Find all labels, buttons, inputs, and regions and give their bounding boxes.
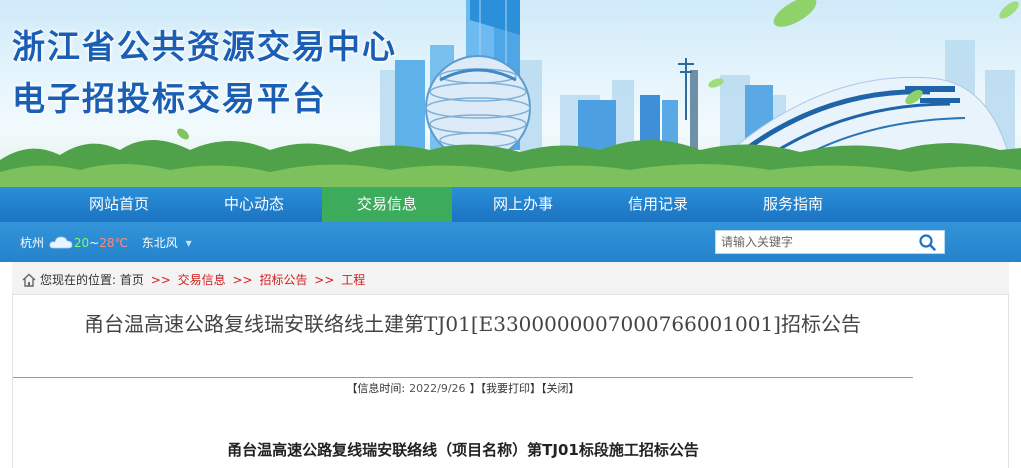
site-title-line-2: 电子招投标交易平台 xyxy=(12,79,327,118)
weather-wind: 东北风 xyxy=(141,236,178,250)
sphere-building xyxy=(425,55,531,161)
meta-close: 】 xyxy=(469,382,481,395)
meta-open: 【信息时间: xyxy=(346,382,406,395)
weather-low-temp: 20 xyxy=(73,236,90,250)
breadcrumb-separator: >> xyxy=(150,273,171,287)
search-icon[interactable] xyxy=(918,233,938,251)
breadcrumb-engineering[interactable]: 工程 xyxy=(341,273,365,287)
nav-item-home[interactable]: 网站首页 xyxy=(54,187,184,222)
nav-item-online-services[interactable]: 网上办事 xyxy=(458,187,588,222)
header-banner: 浙江省公共资源交易中心 电子招投标交易平台 xyxy=(0,0,1021,187)
home-icon xyxy=(22,273,36,290)
breadcrumb-tender-notice[interactable]: 招标公告 xyxy=(259,273,307,287)
weather-city: 杭州 xyxy=(20,236,45,250)
article-meta: 【信息时间: 2022/9/26 】【我要打印】【关闭】 xyxy=(13,380,913,396)
chevron-down-icon: ▾ xyxy=(185,236,192,250)
breadcrumb: 您现在的位置: 首页 >> 交易信息 >> 招标公告 >> 工程 xyxy=(22,271,365,290)
article-container: 甬台温高速公路复线瑞安联络线土建第TJ01[E33000000070007660… xyxy=(12,295,1009,468)
search-input[interactable] xyxy=(716,231,916,253)
nav-item-credit-records[interactable]: 信用记录 xyxy=(593,187,723,222)
breadcrumb-trading-info[interactable]: 交易信息 xyxy=(178,273,226,287)
article-title: 甬台温高速公路复线瑞安联络线土建第TJ01[E33000000070007660… xyxy=(84,312,861,336)
site-title-line-1: 浙江省公共资源交易中心 xyxy=(12,27,397,66)
weather-widget: 杭州 20~28℃ 东北风 ▾ xyxy=(20,234,192,252)
cloud-icon xyxy=(49,235,73,252)
search-box xyxy=(715,230,945,254)
nav-item-center-news[interactable]: 中心动态 xyxy=(189,187,319,222)
publish-date: 2022/9/26 xyxy=(409,382,466,395)
breadcrumb-separator: >> xyxy=(232,273,253,287)
title-divider xyxy=(13,377,913,378)
close-button[interactable]: 【关闭】 xyxy=(541,382,580,395)
print-button[interactable]: 【我要打印】 xyxy=(481,382,542,395)
breadcrumb-bar: 您现在的位置: 首页 >> 交易信息 >> 招标公告 >> 工程 xyxy=(12,262,1009,295)
weather-high-temp: 28℃ xyxy=(99,236,128,250)
main-nav: 网站首页 中心动态 交易信息 网上办事 信用记录 服务指南 xyxy=(0,187,1021,222)
breadcrumb-separator: >> xyxy=(314,273,335,287)
weather-tilde: ~ xyxy=(89,236,100,250)
breadcrumb-home[interactable]: 首页 xyxy=(120,273,144,287)
nav-item-trading-info[interactable]: 交易信息 xyxy=(322,187,452,222)
nav-item-service-guide[interactable]: 服务指南 xyxy=(728,187,858,222)
breadcrumb-prefix: 您现在的位置: xyxy=(40,273,117,287)
article-heading: 甬台温高速公路复线瑞安联络线（项目名称）第TJ01标段施工招标公告 xyxy=(227,441,699,459)
